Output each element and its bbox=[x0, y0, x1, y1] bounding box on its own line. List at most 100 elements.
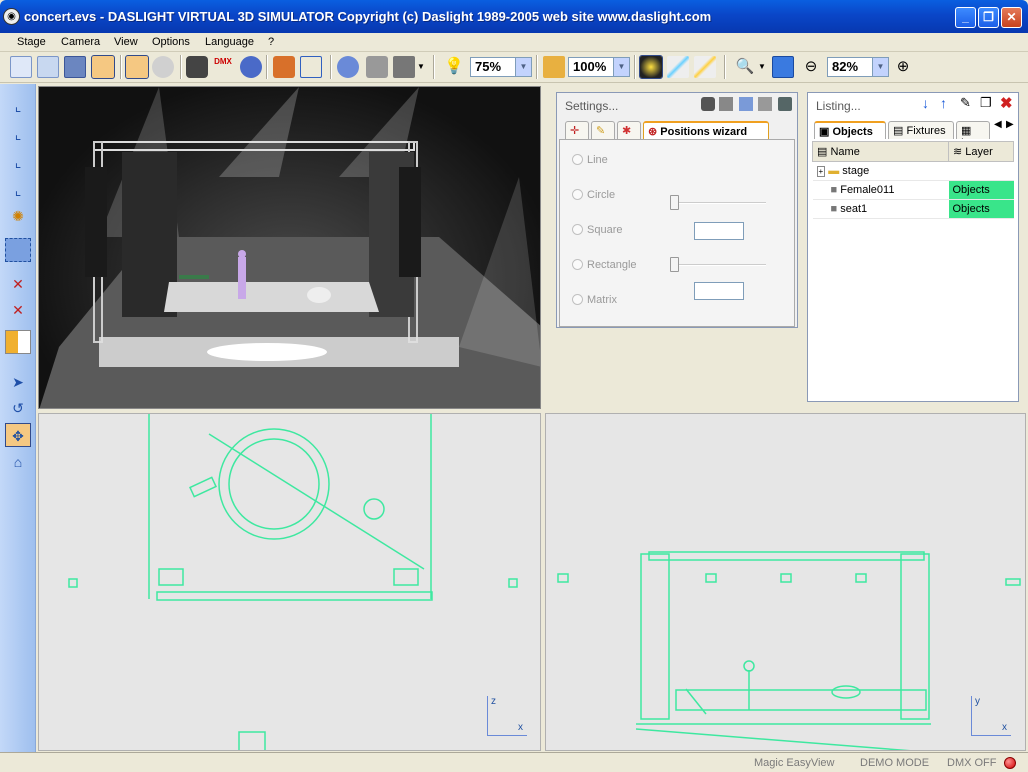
radio-matrix[interactable]: Matrix bbox=[572, 294, 617, 306]
square-size-input[interactable] bbox=[694, 222, 744, 240]
chevron-down-icon[interactable]: ▼ bbox=[872, 58, 888, 76]
fixture-icon[interactable] bbox=[701, 97, 715, 111]
edit-icon[interactable]: ✎ bbox=[960, 95, 971, 111]
zoom-combo[interactable]: 82% ▼ bbox=[827, 57, 889, 77]
menu-options[interactable]: Options bbox=[152, 36, 190, 48]
slider-thumb[interactable] bbox=[670, 195, 679, 210]
cube-export-icon[interactable] bbox=[758, 97, 772, 111]
radio-button[interactable] bbox=[572, 259, 583, 270]
tab-scroll-right-icon[interactable]: ▶ bbox=[1006, 119, 1014, 130]
rotate-icon[interactable]: ↺ bbox=[5, 396, 31, 420]
delete-icon[interactable]: ✖ bbox=[1000, 94, 1013, 112]
smoke-icon[interactable] bbox=[337, 56, 359, 78]
cube-dropdown-arrow[interactable]: ▼ bbox=[417, 62, 425, 71]
menu-view[interactable]: View bbox=[114, 36, 138, 48]
open-file-icon[interactable] bbox=[37, 56, 59, 78]
close-button[interactable]: ✕ bbox=[1001, 7, 1022, 28]
table-row[interactable]: ■ seat1 Objects bbox=[812, 199, 1014, 219]
zoom-minus-icon[interactable]: ⊖ bbox=[800, 56, 822, 78]
tab-colors[interactable]: ✱ bbox=[617, 121, 641, 139]
color-layers-icon[interactable] bbox=[5, 330, 31, 354]
chevron-down-icon[interactable]: ▼ bbox=[515, 58, 531, 76]
tab-objects[interactable]: ▣ Objects bbox=[814, 121, 886, 139]
move-icon[interactable]: ✥ bbox=[5, 423, 31, 447]
maximize-button[interactable]: ❐ bbox=[978, 7, 999, 28]
expand-icon[interactable]: + bbox=[816, 166, 826, 177]
radio-line[interactable]: Line bbox=[572, 154, 608, 166]
select-area-icon[interactable] bbox=[5, 238, 31, 262]
row-layer: Objects bbox=[952, 184, 990, 196]
circle-slider[interactable] bbox=[670, 195, 766, 210]
radio-button[interactable] bbox=[572, 224, 583, 235]
copy-icon[interactable]: ❐ bbox=[980, 95, 992, 111]
save-icon[interactable] bbox=[778, 97, 792, 111]
wizard-icon[interactable] bbox=[91, 55, 115, 79]
rectangle-slider[interactable] bbox=[670, 257, 766, 272]
stage-objects-icon[interactable] bbox=[273, 56, 295, 78]
tab-layers[interactable]: ▦ La bbox=[956, 121, 990, 139]
tab-edit[interactable]: ✎ bbox=[591, 121, 615, 139]
cube-icon[interactable] bbox=[719, 97, 733, 111]
column-header-name[interactable]: ▤ Name bbox=[812, 141, 949, 162]
fit-view-icon[interactable] bbox=[772, 56, 794, 78]
helmet-icon[interactable] bbox=[125, 55, 149, 79]
sphere-icon[interactable] bbox=[240, 56, 262, 78]
beam-render-icon[interactable] bbox=[639, 55, 663, 79]
intensity-combo[interactable]: 100% ▼ bbox=[568, 57, 630, 77]
orbit-icon[interactable]: ✺ bbox=[5, 204, 31, 228]
laser-icon[interactable] bbox=[667, 56, 689, 78]
menu-language[interactable]: Language bbox=[205, 36, 254, 48]
column-header-layer[interactable]: ≋ Layer bbox=[948, 141, 1014, 162]
camera-icon[interactable] bbox=[366, 56, 388, 78]
zoom-in-icon[interactable]: 🔍 bbox=[734, 56, 756, 78]
table-row[interactable]: ■ Female011 Objects bbox=[812, 180, 1014, 200]
menu-stage[interactable]: Stage bbox=[17, 36, 46, 48]
axis-zy-icon[interactable]: ⌞ bbox=[5, 150, 31, 174]
light-level-combo[interactable]: 75% ▼ bbox=[470, 57, 532, 77]
radio-button[interactable] bbox=[572, 154, 583, 165]
pointer-icon[interactable]: ➤ bbox=[5, 370, 31, 394]
arrow-down-icon[interactable]: ↓ bbox=[922, 95, 929, 111]
cube-icon[interactable] bbox=[393, 56, 415, 78]
radio-button[interactable] bbox=[572, 294, 583, 305]
axis-xy-icon[interactable]: ⌞ bbox=[5, 122, 31, 146]
table-row[interactable]: + ▬ stage bbox=[812, 161, 1014, 181]
chevron-down-icon[interactable]: ▼ bbox=[613, 58, 629, 76]
radio-rectangle[interactable]: Rectangle bbox=[572, 259, 637, 271]
circle-stage-inner bbox=[228, 438, 320, 530]
beam-icon[interactable] bbox=[694, 56, 716, 78]
menu-camera[interactable]: Camera bbox=[61, 36, 100, 48]
minimize-button[interactable]: _ bbox=[955, 7, 976, 28]
arrow-up-icon[interactable]: ↑ bbox=[940, 95, 947, 111]
light-bulb-icon[interactable]: 💡 bbox=[443, 56, 465, 78]
slider-thumb[interactable] bbox=[670, 257, 679, 272]
viewport-front[interactable]: y x bbox=[545, 413, 1026, 751]
tab-positions-wizard[interactable]: ⊛ Positions wizard bbox=[643, 121, 769, 139]
radio-square[interactable]: Square bbox=[572, 224, 622, 236]
tab-axes[interactable]: ✛ bbox=[565, 121, 589, 139]
matrix-size-input[interactable] bbox=[694, 282, 744, 300]
cube-group-icon[interactable] bbox=[739, 97, 753, 111]
intensity-icon[interactable] bbox=[543, 56, 565, 78]
viewport-top[interactable]: z x bbox=[38, 413, 541, 751]
viewport-3d[interactable] bbox=[38, 86, 541, 409]
axis-3d-icon[interactable]: ⌞ bbox=[5, 178, 31, 202]
tab-fixtures[interactable]: ▤ Fixtures bbox=[888, 121, 954, 139]
save-icon[interactable] bbox=[64, 56, 86, 78]
truss-icon[interactable] bbox=[300, 56, 322, 78]
cross-axis-2-icon[interactable]: ✕ bbox=[5, 298, 31, 322]
eye-icon[interactable] bbox=[152, 56, 174, 78]
app-icon[interactable]: ◉ bbox=[3, 8, 20, 25]
cross-axis-icon[interactable]: ✕ bbox=[5, 272, 31, 296]
axis-xz-icon[interactable]: ⌞ bbox=[5, 94, 31, 118]
new-file-icon[interactable] bbox=[10, 56, 32, 78]
moving-head-icon[interactable] bbox=[186, 56, 208, 78]
zoom-dropdown-arrow[interactable]: ▼ bbox=[758, 62, 766, 71]
radio-button[interactable] bbox=[572, 189, 583, 200]
zoom-plus-icon[interactable]: ⊕ bbox=[892, 56, 914, 78]
dmx-icon[interactable]: DMX bbox=[212, 56, 234, 78]
tab-scroll-left-icon[interactable]: ◀ bbox=[994, 119, 1002, 130]
radio-circle[interactable]: Circle bbox=[572, 189, 615, 201]
home-icon[interactable]: ⌂ bbox=[5, 450, 31, 474]
menu-help[interactable]: ? bbox=[268, 36, 274, 48]
